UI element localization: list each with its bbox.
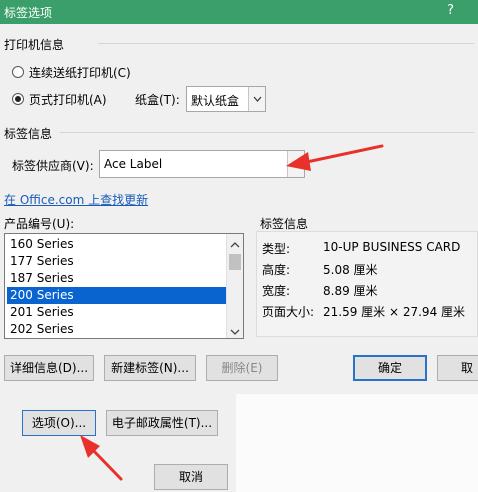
scroll-down-icon[interactable]: [230, 325, 240, 338]
continuous-printer-radio[interactable]: [12, 66, 24, 78]
ok-button[interactable]: 确定: [353, 355, 427, 381]
new-label-button[interactable]: 新建标签(N)...: [104, 355, 196, 381]
office-update-link[interactable]: 在 Office.com 上查找更新: [4, 191, 148, 208]
vendor-select-value: Ace Label: [104, 157, 163, 171]
divider: [60, 132, 474, 133]
type-value: 10-UP BUSINESS CARD: [323, 240, 461, 254]
scroll-thumb[interactable]: [229, 254, 241, 270]
divider: [98, 43, 474, 44]
labels-options-dialog: 打印机信息 连续送纸打印机(C) 页式打印机(A) 纸盒(T): 默认纸盒 标签…: [0, 24, 478, 394]
label-info-group-label: 标签信息: [4, 127, 53, 141]
page-printer-radio[interactable]: [12, 93, 24, 105]
dialog-title: 标签选项: [4, 6, 53, 20]
details-group-label: 标签信息: [260, 217, 309, 231]
scroll-up-icon[interactable]: [230, 238, 240, 252]
document-background: [236, 394, 478, 492]
delete-button[interactable]: 删除(E): [206, 355, 278, 381]
envelopes-labels-dialog: 选项(O)... 电子邮政属性(T)... 取消: [0, 394, 237, 492]
continuous-printer-label[interactable]: 连续送纸打印机(C): [29, 64, 131, 81]
page-size-key: 页面大小:: [262, 305, 315, 319]
postal-properties-button[interactable]: 电子邮政属性(T)...: [106, 410, 218, 436]
width-key: 宽度:: [262, 284, 291, 298]
product-number-list[interactable]: 160 Series 177 Series 187 Series 200 Ser…: [4, 233, 244, 339]
page-printer-label[interactable]: 页式打印机(A): [29, 91, 107, 108]
width-value: 8.89 厘米: [323, 284, 378, 298]
cancel-button[interactable]: 取: [437, 355, 478, 381]
tray-select[interactable]: 默认纸盒: [186, 86, 266, 112]
vendor-label: 标签供应商(V):: [12, 159, 94, 173]
list-item[interactable]: 177 Series: [7, 253, 228, 270]
printer-info-group-label: 打印机信息: [4, 38, 65, 52]
product-number-label: 产品编号(U):: [4, 217, 75, 231]
chevron-down-icon[interactable]: [248, 87, 265, 111]
vendor-select[interactable]: Ace Label: [99, 150, 305, 178]
height-key: 高度:: [262, 263, 291, 277]
scrollbar[interactable]: [226, 234, 243, 338]
options-button[interactable]: 选项(O)...: [22, 410, 96, 436]
list-item[interactable]: 202 Series: [7, 321, 228, 338]
title-bar: 标签选项 ?: [0, 0, 478, 24]
details-button[interactable]: 详细信息(D)...: [4, 355, 94, 381]
help-icon[interactable]: ?: [447, 3, 454, 18]
list-item[interactable]: 187 Series: [7, 270, 228, 287]
list-item[interactable]: 160 Series: [7, 236, 228, 253]
page-size-value: 21.59 厘米 × 27.94 厘米: [323, 305, 466, 319]
chevron-down-icon[interactable]: [287, 151, 304, 177]
height-value: 5.08 厘米: [323, 263, 378, 277]
tray-label: 纸盒(T):: [135, 93, 180, 107]
list-item[interactable]: 201 Series: [7, 304, 228, 321]
tray-select-value: 默认纸盒: [191, 94, 240, 108]
background-cancel-button[interactable]: 取消: [154, 464, 228, 490]
list-item-selected[interactable]: 200 Series: [7, 287, 228, 304]
type-key: 类型:: [262, 242, 291, 256]
